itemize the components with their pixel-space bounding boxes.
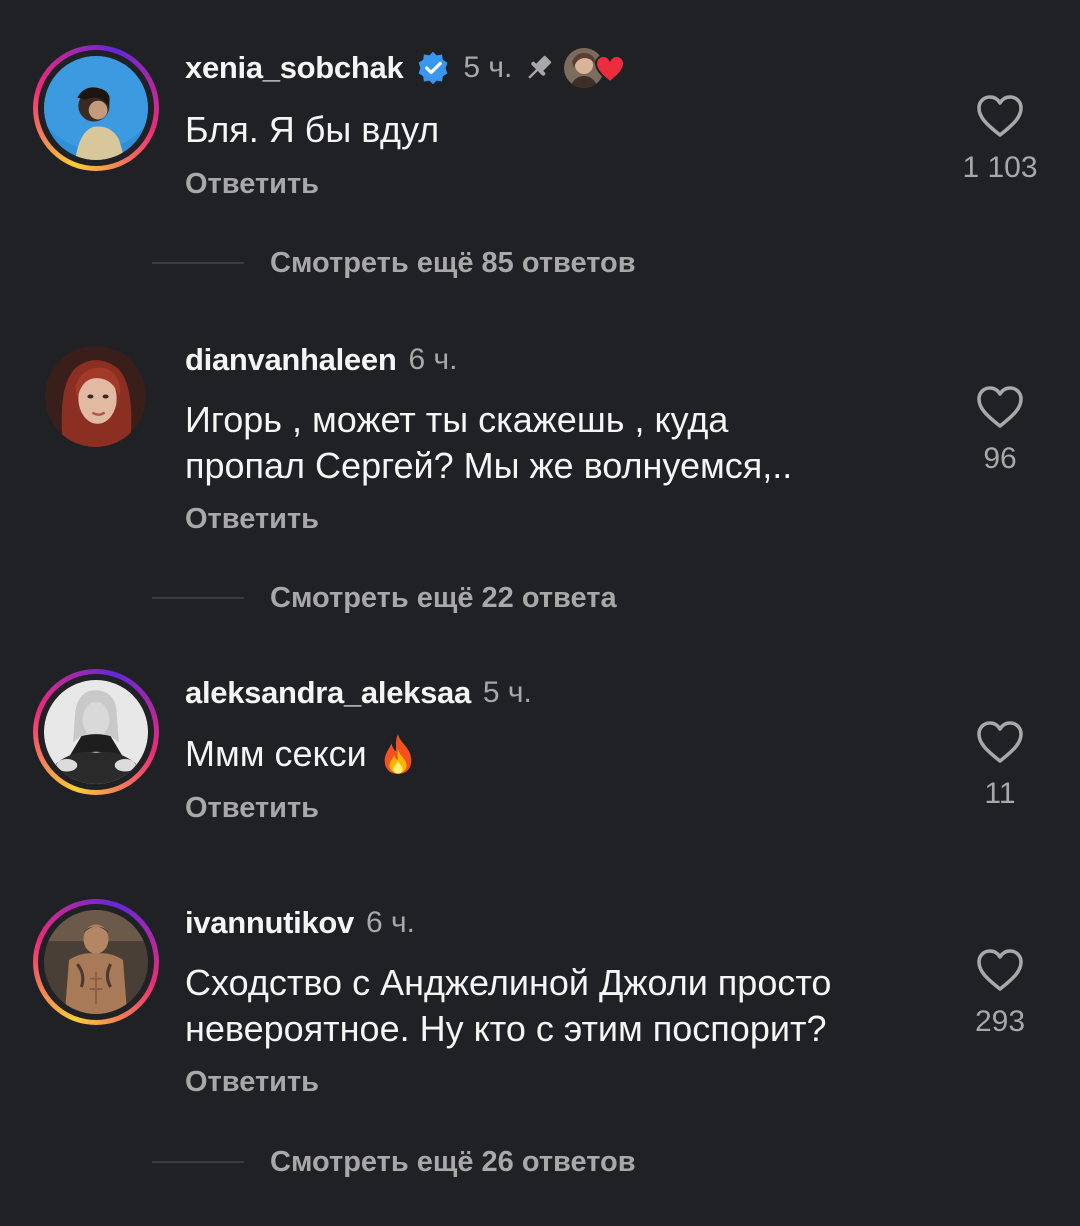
avatar-image	[44, 680, 148, 784]
heart-icon[interactable]	[975, 947, 1025, 993]
comment-time: 5 ч.	[463, 51, 513, 84]
like-control[interactable]: 11	[940, 719, 1060, 811]
fire-emoji-icon	[384, 734, 412, 774]
comment-text-line: невероятное. Ну кто с этим поспорит?	[185, 1008, 827, 1049]
avatar-image	[44, 56, 148, 160]
comment-time: 6 ч.	[408, 343, 458, 376]
heart-icon[interactable]	[975, 93, 1025, 139]
view-more-replies-label[interactable]: Смотреть ещё 85 ответов	[270, 247, 636, 280]
like-count: 1 103	[962, 151, 1038, 184]
comment-time: 5 ч.	[482, 676, 532, 709]
like-control[interactable]: 96	[940, 384, 1060, 476]
comment-username[interactable]: xenia_sobchak	[185, 50, 404, 86]
comment-text-line: пропал Сергей? Мы же волнуемся,..	[185, 445, 793, 486]
avatar-story-ring[interactable]	[33, 669, 159, 795]
comment-text-line: Игорь , может ты скажешь , куда	[185, 399, 729, 440]
comment-time: 6 ч.	[365, 906, 415, 939]
comment-text-line: Сходство с Анджелиной Джоли просто	[185, 962, 832, 1003]
liked-heart-icon	[595, 54, 626, 84]
view-more-replies[interactable]: Смотреть ещё 26 ответов	[152, 1142, 636, 1182]
comment-text: Сходство с Анджелиной Джоли просто невер…	[185, 960, 925, 1052]
comment-username[interactable]: aleksandra_aleksaa	[185, 675, 471, 711]
view-more-replies[interactable]: Смотреть ещё 85 ответов	[152, 243, 636, 283]
view-more-replies-label[interactable]: Смотреть ещё 22 ответа	[270, 582, 617, 615]
reply-button[interactable]: Ответить	[185, 168, 319, 201]
heart-icon[interactable]	[975, 384, 1025, 430]
reply-button[interactable]: Ответить	[185, 1066, 319, 1099]
heart-icon[interactable]	[975, 719, 1025, 765]
view-more-replies[interactable]: Смотреть ещё 22 ответа	[152, 578, 617, 618]
reply-button[interactable]: Ответить	[185, 503, 319, 536]
avatar	[44, 680, 148, 784]
avatar	[44, 56, 148, 160]
comment-text-row: Ммм секси	[185, 731, 925, 777]
avatar[interactable]	[45, 346, 146, 447]
comment-username[interactable]: ivannutikov	[185, 905, 354, 941]
verified-badge-icon	[418, 51, 448, 85]
avatar-image	[45, 346, 146, 447]
liked-by-author-indicator	[564, 46, 626, 90]
reply-button[interactable]: Ответить	[185, 792, 319, 825]
divider-line	[152, 1161, 244, 1163]
avatar-image	[44, 910, 148, 1014]
like-control[interactable]: 293	[940, 947, 1060, 1039]
like-control[interactable]: 1 103	[940, 93, 1060, 185]
pin-icon	[528, 55, 552, 79]
view-more-replies-label[interactable]: Смотреть ещё 26 ответов	[270, 1146, 636, 1179]
avatar	[44, 910, 148, 1014]
comment-text: Ммм секси	[185, 733, 367, 774]
avatar-story-ring[interactable]	[33, 899, 159, 1025]
like-count: 96	[983, 442, 1017, 475]
comment-text: Бля. Я бы вдул	[185, 109, 440, 150]
comment-username[interactable]: dianvanhaleen	[185, 342, 397, 378]
avatar-story-ring[interactable]	[33, 45, 159, 171]
comment-text: Игорь , может ты скажешь , куда пропал С…	[185, 397, 925, 489]
divider-line	[152, 597, 244, 599]
like-count: 293	[974, 1005, 1026, 1038]
like-count: 11	[984, 777, 1016, 810]
divider-line	[152, 262, 244, 264]
